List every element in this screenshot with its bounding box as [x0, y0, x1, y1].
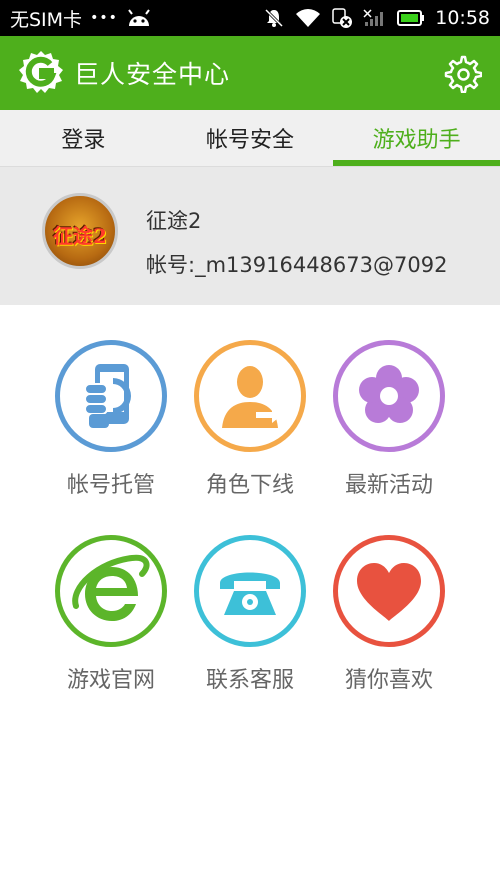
tab-account-security[interactable]: 帐号安全 [167, 110, 334, 166]
settings-button[interactable] [440, 51, 484, 95]
giant-logo-icon [16, 48, 66, 98]
grid-label: 联系客服 [205, 668, 294, 693]
app-bar: 巨人安全中心 [0, 36, 500, 110]
grid-label: 最新活动 [344, 473, 433, 498]
tab-login[interactable]: 登录 [0, 110, 167, 166]
wifi-icon [295, 8, 321, 28]
android-icon [126, 8, 152, 28]
phone-hand-icon [55, 340, 167, 452]
battery-icon [397, 9, 425, 27]
signal-icon [363, 8, 387, 28]
grid-item-customer-service[interactable]: 联系客服 [180, 535, 320, 705]
account-id: 帐号:_m13916448673@7092 [146, 253, 448, 277]
grid-item-recommendations[interactable]: 猜你喜欢 [319, 535, 459, 705]
grid-item-account-hosting[interactable]: 帐号托管 [41, 340, 181, 510]
flower-icon [333, 340, 445, 452]
heart-icon [333, 535, 445, 647]
tab-game-assistant[interactable]: 游戏助手 [333, 110, 500, 166]
ie-browser-icon [55, 535, 167, 647]
person-logout-icon [194, 340, 306, 452]
tab-bar: 登录 帐号安全 游戏助手 [0, 110, 500, 166]
status-bar: 无SIM卡 ••• 10:58 [0, 0, 500, 36]
grid-label: 角色下线 [205, 473, 294, 498]
grid-item-latest-events[interactable]: 最新活动 [319, 340, 459, 510]
gear-icon [444, 55, 482, 93]
grid-item-role-logout[interactable]: 角色下线 [180, 340, 320, 510]
carrier-label: 无SIM卡 [10, 8, 83, 31]
notification-dots: ••• [90, 10, 118, 26]
grid-label: 游戏官网 [66, 668, 155, 693]
grid-label: 猜你喜欢 [344, 668, 433, 693]
app-title: 巨人安全中心 [74, 60, 231, 89]
data-off-icon [331, 7, 353, 29]
avatar-logo-text: 征途2 [53, 224, 107, 248]
game-avatar: 征途2 [42, 193, 118, 269]
game-name: 征途2 [146, 209, 202, 233]
account-card[interactable]: 征途2 征途2 帐号:_m13916448673@7092 [0, 166, 500, 305]
grid-label: 帐号托管 [66, 473, 155, 498]
telephone-icon [194, 535, 306, 647]
feature-grid: 帐号托管 角色下线 最新活动 游戏官网 联系客服 猜你喜欢 [0, 305, 500, 888]
grid-item-official-site[interactable]: 游戏官网 [41, 535, 181, 705]
clock: 10:58 [435, 7, 490, 29]
mute-icon [263, 7, 285, 29]
